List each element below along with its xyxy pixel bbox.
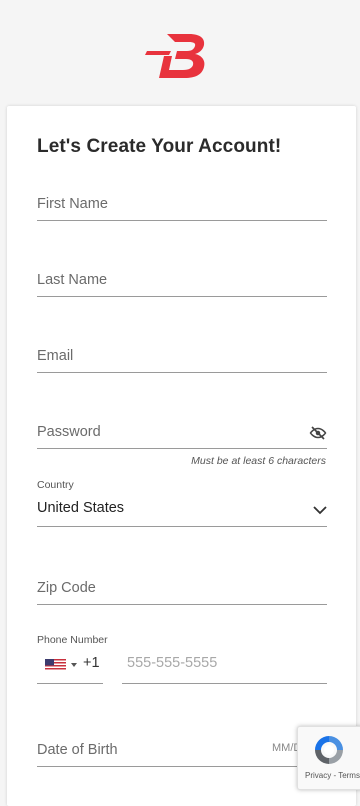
country-select[interactable]: United States (37, 496, 327, 527)
zip-code-field[interactable]: Zip Code (37, 576, 327, 605)
email-field[interactable]: Email (37, 344, 327, 373)
email-placeholder: Email (37, 348, 74, 364)
brand-logo (0, 28, 360, 84)
phone-label: Phone Number (37, 634, 108, 646)
password-placeholder: Password (37, 424, 101, 440)
caret-down-icon (71, 663, 77, 667)
country-label: Country (37, 479, 74, 491)
recaptcha-badge[interactable]: Privacy - Terms (297, 726, 360, 790)
password-field[interactable]: Password (37, 420, 327, 449)
phone-number-field[interactable]: 555-555-5555 (122, 651, 327, 684)
zip-code-placeholder: Zip Code (37, 580, 96, 596)
first-name-placeholder: First Name (37, 196, 108, 212)
phone-dial-code: +1 (83, 655, 100, 671)
date-of-birth-field[interactable]: Date of Birth MM/DD/YY (37, 738, 327, 767)
date-of-birth-placeholder: Date of Birth (37, 742, 118, 758)
us-flag-icon (45, 659, 66, 671)
last-name-field[interactable]: Last Name (37, 268, 327, 297)
eye-slash-icon[interactable] (309, 426, 327, 440)
last-name-placeholder: Last Name (37, 272, 108, 288)
recaptcha-logo-icon (315, 736, 343, 764)
phone-country-code-select[interactable]: +1 (37, 651, 103, 684)
phone-number-placeholder: 555-555-5555 (127, 655, 218, 671)
password-hint: Must be at least 6 characters (191, 455, 326, 467)
chevron-down-icon (313, 506, 327, 515)
brand-logo-icon (145, 34, 205, 78)
page-title: Let's Create Your Account! (37, 136, 282, 157)
country-value: United States (37, 500, 125, 516)
signup-card: Let's Create Your Account! First Name La… (7, 106, 356, 806)
recaptcha-terms[interactable]: Privacy - Terms (305, 771, 360, 780)
first-name-field[interactable]: First Name (37, 192, 327, 221)
